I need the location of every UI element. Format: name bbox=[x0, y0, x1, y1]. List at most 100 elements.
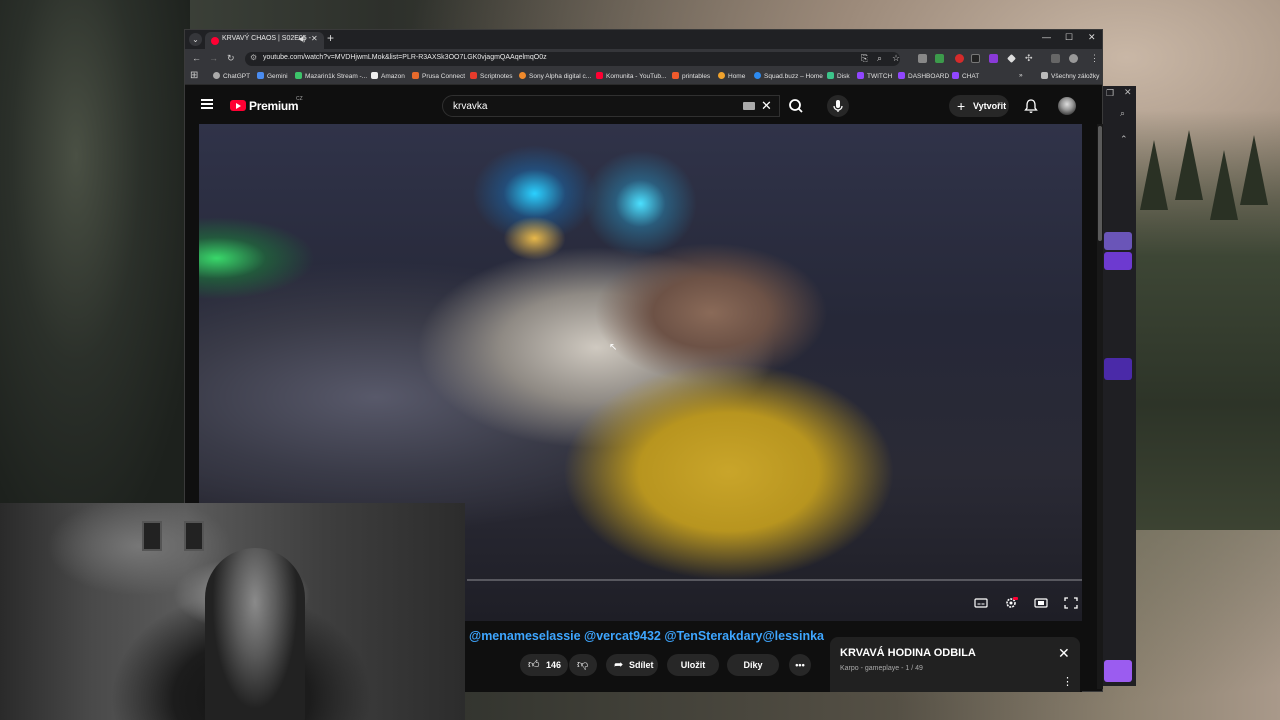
close-icon[interactable]: ✕ bbox=[1058, 645, 1070, 662]
extension-icon[interactable] bbox=[1051, 54, 1060, 63]
like-icon: 👍︎ bbox=[528, 659, 540, 671]
voice-search-button[interactable] bbox=[827, 95, 849, 117]
speaker-icon[interactable]: ◀) bbox=[298, 35, 306, 43]
kebab-menu-icon[interactable]: ⋮ bbox=[1090, 53, 1099, 64]
wall-frame bbox=[142, 521, 162, 551]
bookmark-item[interactable]: Scriptnotes bbox=[470, 72, 513, 80]
bookmark-item[interactable]: TWITCH bbox=[857, 72, 892, 80]
playlist-subtitle: Karpo - gameplaye - 1 / 49 bbox=[840, 665, 923, 672]
bell-icon[interactable] bbox=[1023, 98, 1039, 114]
clear-search-icon[interactable]: ✕ bbox=[761, 98, 772, 114]
cast-icon[interactable]: ⎘ bbox=[861, 53, 868, 64]
minimize-icon[interactable]: — bbox=[1042, 32, 1051, 42]
tab-search-icon[interactable]: ⌄ bbox=[189, 33, 202, 46]
search-icon[interactable]: ⌕ bbox=[1120, 108, 1125, 119]
apps-grid-icon[interactable]: ⊞ bbox=[190, 70, 198, 81]
bookmark-item[interactable]: ChatGPT bbox=[213, 72, 250, 80]
bookmark-star-icon[interactable]: ☆ bbox=[892, 53, 900, 64]
miniplayer-icon[interactable] bbox=[1034, 597, 1048, 609]
all-bookmarks[interactable]: Všechny záložky bbox=[1041, 72, 1099, 80]
chevron-up-icon[interactable]: ⌃ bbox=[1120, 134, 1128, 145]
bookmark-item[interactable]: DASHBOARD bbox=[898, 72, 949, 80]
mic-icon bbox=[833, 100, 843, 112]
extension-icon[interactable] bbox=[955, 54, 964, 63]
search-input[interactable]: krvavka ✕ bbox=[442, 95, 780, 117]
extensions-puzzle-icon[interactable]: ✣ bbox=[1025, 53, 1033, 64]
reload-icon[interactable]: ↻ bbox=[227, 53, 235, 64]
logo-country: CZ bbox=[296, 96, 303, 102]
playlist-title[interactable]: KRVAVÁ HODINA ODBILA bbox=[840, 647, 976, 659]
avatar[interactable] bbox=[1058, 97, 1076, 115]
kebab-menu-icon[interactable]: ⋮ bbox=[1062, 675, 1073, 688]
like-count: 146 bbox=[546, 660, 562, 670]
forest-right bbox=[1130, 110, 1280, 530]
thanks-label: Díky bbox=[743, 660, 763, 670]
forward-icon[interactable]: → bbox=[209, 53, 218, 63]
maximize-icon[interactable]: ☐ bbox=[1065, 32, 1073, 43]
site-info-icon[interactable]: ⚙ bbox=[250, 53, 257, 62]
tab-close-icon[interactable]: ✕ bbox=[311, 34, 318, 43]
bookmark-item[interactable]: Mazarin1k Stream -... bbox=[295, 72, 367, 80]
panel-thumb bbox=[1104, 232, 1132, 250]
more-button[interactable]: ••• bbox=[789, 654, 811, 676]
panel-thumb bbox=[1104, 252, 1132, 270]
window-close-icon[interactable]: ✕ bbox=[1088, 32, 1096, 43]
keyboard-icon[interactable] bbox=[743, 102, 755, 110]
extension-icon[interactable] bbox=[918, 54, 927, 63]
youtube-logo-text[interactable]: Premium bbox=[249, 99, 299, 113]
youtube-header: Premium CZ krvavka ✕ + Vytvořit bbox=[185, 86, 1102, 124]
tab-active[interactable]: KRVAVÝ CHAOS | S02E05 - ◀) ✕ bbox=[205, 32, 324, 49]
back-icon[interactable]: ← bbox=[192, 53, 201, 63]
extension-icon[interactable] bbox=[971, 54, 980, 63]
fullscreen-icon[interactable] bbox=[1064, 597, 1078, 609]
bookmark-item[interactable]: Disk bbox=[827, 72, 850, 80]
extension-icon[interactable] bbox=[989, 54, 998, 63]
share-icon: ➦ bbox=[614, 659, 624, 671]
search-button[interactable] bbox=[780, 95, 812, 117]
create-label: Vytvořit bbox=[973, 101, 1007, 111]
omnibox[interactable]: ⚙ youtube.com/watch?v=MVDHjwmLMok&list=P… bbox=[245, 52, 900, 66]
save-button[interactable]: Uložit bbox=[667, 654, 719, 676]
zoom-icon[interactable]: ⌕ bbox=[877, 53, 882, 64]
bookmark-item[interactable]: Komunita - YouTub... bbox=[596, 72, 666, 80]
extension-icon[interactable] bbox=[1007, 54, 1016, 63]
scrollbar-thumb[interactable] bbox=[1098, 126, 1102, 241]
bookmark-item[interactable]: Prusa Connect bbox=[412, 72, 465, 80]
hamburger-icon[interactable] bbox=[201, 99, 213, 109]
create-button[interactable]: + Vytvořit bbox=[949, 95, 1009, 117]
thanks-button[interactable]: Díky bbox=[727, 654, 779, 676]
bookmark-item[interactable]: Amazon bbox=[371, 72, 405, 80]
profile-icon[interactable] bbox=[1069, 54, 1078, 63]
bookmark-item[interactable]: printables bbox=[672, 72, 710, 80]
page-scrollbar[interactable] bbox=[1097, 124, 1103, 689]
panel-thumb bbox=[1104, 660, 1132, 682]
dislike-icon: 👎︎ bbox=[577, 659, 589, 671]
video-title[interactable]: @menameselassie @vercat9432 @TenSterakda… bbox=[469, 629, 824, 643]
bookmark-item[interactable]: Squad.buzz – Home bbox=[754, 72, 823, 80]
streamer-silhouette bbox=[205, 548, 305, 720]
forest-left bbox=[0, 0, 190, 520]
webcam-overlay bbox=[0, 503, 465, 720]
save-label: Uložit bbox=[680, 660, 706, 670]
restore-icon[interactable]: ❐ bbox=[1106, 88, 1114, 99]
address-toolbar: ← → ↻ ⚙ youtube.com/watch?v=MVDHjwmLMok&… bbox=[185, 49, 1102, 69]
search-icon bbox=[789, 99, 803, 113]
close-icon[interactable]: ✕ bbox=[1124, 87, 1132, 98]
url-text: youtube.com/watch?v=MVDHjwmLMok&list=PLR… bbox=[263, 54, 547, 61]
new-tab-button[interactable]: + bbox=[327, 31, 334, 45]
share-button[interactable]: ➦ Sdílet bbox=[606, 654, 658, 676]
search-query: krvavka bbox=[453, 101, 488, 112]
bookmarks-overflow-icon[interactable]: » bbox=[1019, 72, 1023, 79]
bookmark-item[interactable]: Gemini bbox=[257, 72, 288, 80]
bookmark-item[interactable]: Home bbox=[718, 72, 745, 80]
youtube-logo-icon[interactable] bbox=[230, 100, 246, 111]
dislike-button[interactable]: 👎︎ bbox=[569, 654, 597, 676]
bookmark-item[interactable]: CHAT bbox=[952, 72, 979, 80]
like-button[interactable]: 👍︎ 146 bbox=[520, 654, 568, 676]
captions-icon[interactable] bbox=[974, 597, 988, 609]
settings-icon[interactable] bbox=[1004, 597, 1018, 609]
extension-icon[interactable] bbox=[935, 54, 944, 63]
panel-thumb bbox=[1104, 358, 1132, 380]
progress-bar[interactable] bbox=[467, 579, 1082, 581]
bookmark-item[interactable]: Sony Alpha digital c... bbox=[519, 72, 591, 80]
